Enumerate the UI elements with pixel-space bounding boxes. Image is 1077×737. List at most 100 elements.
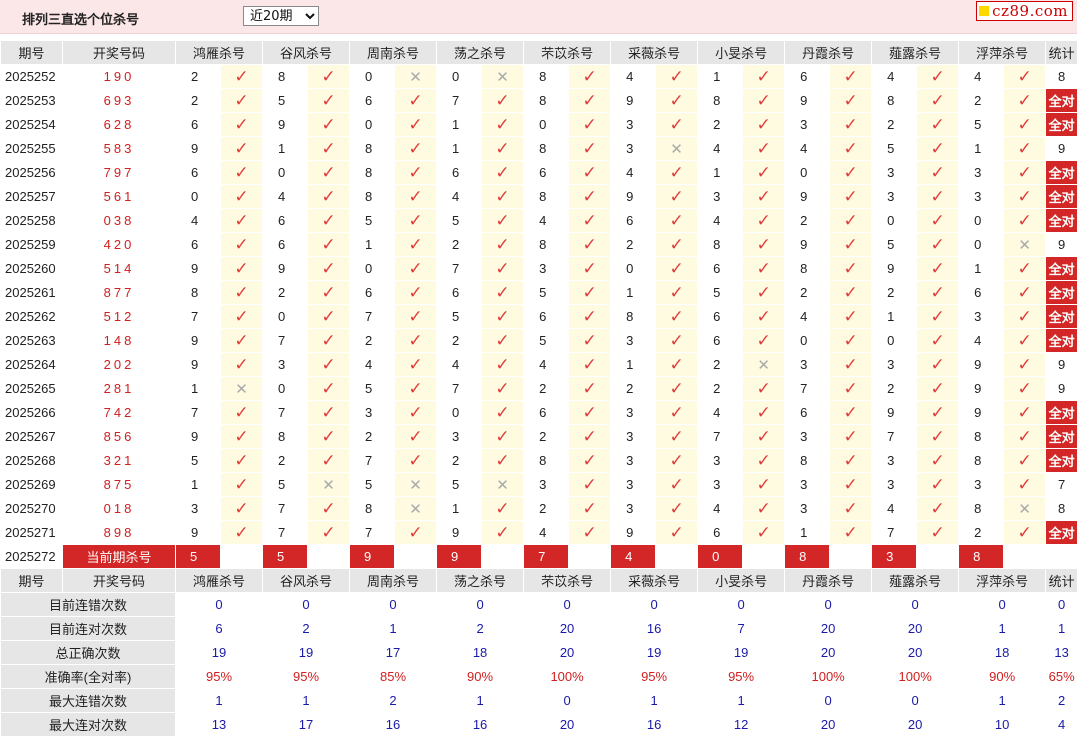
result-cell: ✓ [656, 305, 698, 329]
row-stat: 全对 [1046, 257, 1077, 281]
check-icon: ✓ [1018, 475, 1032, 495]
check-icon: ✓ [234, 427, 248, 447]
result-cell: ✓ [308, 521, 350, 545]
draw-number: 420 [63, 233, 176, 257]
check-icon: ✓ [1018, 211, 1032, 231]
kill-number: 0 [611, 257, 656, 281]
result-cell: ✓ [656, 161, 698, 185]
kill-number: 7 [437, 257, 482, 281]
check-icon: ✓ [582, 259, 596, 279]
check-icon: ✓ [843, 115, 857, 135]
kill-number: 4 [350, 353, 395, 377]
summary-value: 0 [350, 593, 437, 617]
kill-number: 6 [698, 257, 743, 281]
check-icon: ✓ [234, 307, 248, 327]
kill-number: 9 [785, 233, 830, 257]
kill-number: 5 [437, 305, 482, 329]
col-expert-header[interactable]: 浮萍杀号 [959, 569, 1046, 593]
row-stat: 全对 [1046, 185, 1077, 209]
col-expert-header[interactable]: 薤露杀号 [872, 41, 959, 65]
period-range-select[interactable]: 近20期 [243, 6, 319, 26]
check-icon: ✓ [843, 187, 857, 207]
check-icon: ✓ [321, 115, 335, 135]
check-icon: ✓ [408, 163, 422, 183]
period-number: 2025256 [1, 161, 63, 185]
kill-number: 6 [437, 161, 482, 185]
kill-number: 8 [872, 89, 917, 113]
col-expert-header[interactable]: 周南杀号 [350, 569, 437, 593]
result-cell: ✓ [656, 257, 698, 281]
check-icon: ✓ [931, 379, 945, 399]
col-expert-header[interactable]: 芣苡杀号 [524, 41, 611, 65]
result-cell: ✓ [308, 257, 350, 281]
check-icon: ✓ [756, 187, 770, 207]
col-expert-header[interactable]: 荡之杀号 [437, 41, 524, 65]
result-cell: ✓ [221, 89, 263, 113]
summary-value: 100% [524, 665, 611, 689]
check-icon: ✓ [582, 355, 596, 375]
result-cell: ✓ [1004, 113, 1046, 137]
kill-number: 1 [698, 161, 743, 185]
col-expert-header[interactable]: 浮萍杀号 [959, 41, 1046, 65]
result-cell: ✓ [917, 329, 959, 353]
check-icon: ✓ [669, 403, 683, 423]
kill-number: 2 [350, 425, 395, 449]
summary-value: 0 [524, 593, 611, 617]
col-expert-header[interactable]: 薤露杀号 [872, 569, 959, 593]
kill-number: 0 [263, 377, 308, 401]
draw-number: 628 [63, 113, 176, 137]
result-cell: ✓ [308, 233, 350, 257]
col-expert-header[interactable]: 谷风杀号 [263, 569, 350, 593]
kill-number: 7 [263, 329, 308, 353]
col-expert-header[interactable]: 丹霞杀号 [785, 569, 872, 593]
col-expert-header[interactable]: 小旻杀号 [698, 569, 785, 593]
result-cell: ✕ [482, 65, 524, 89]
check-icon: ✓ [756, 115, 770, 135]
summary-row: 准确率(全对率)95%95%85%90%100%95%95%100%100%90… [1, 665, 1077, 689]
summary-value: 85% [350, 665, 437, 689]
col-expert-header[interactable]: 采薇杀号 [611, 569, 698, 593]
result-cell: ✓ [395, 377, 437, 401]
kill-number: 9 [611, 521, 656, 545]
check-icon: ✓ [408, 451, 422, 471]
col-expert-header[interactable]: 小旻杀号 [698, 41, 785, 65]
summary-label: 最大连错次数 [1, 689, 176, 713]
check-icon: ✓ [931, 211, 945, 231]
col-expert-header[interactable]: 荡之杀号 [437, 569, 524, 593]
kill-number: 1 [437, 137, 482, 161]
result-cell: ✓ [830, 113, 872, 137]
col-expert-header[interactable]: 谷风杀号 [263, 41, 350, 65]
site-logo[interactable]: cz89.com [976, 1, 1073, 21]
col-expert-header[interactable]: 周南杀号 [350, 41, 437, 65]
col-expert-header[interactable]: 丹霞杀号 [785, 41, 872, 65]
col-expert-header[interactable]: 鸿雁杀号 [176, 41, 263, 65]
result-cell: ✓ [308, 449, 350, 473]
cross-icon: ✕ [235, 379, 248, 399]
summary-value: 0 [959, 593, 1046, 617]
col-expert-header[interactable]: 采薇杀号 [611, 41, 698, 65]
summary-label: 准确率(全对率) [1, 665, 176, 689]
summary-value: 20 [785, 641, 872, 665]
summary-row: 最大连错次数11210110012 [1, 689, 1077, 713]
kill-number: 5 [437, 209, 482, 233]
col-expert-header[interactable]: 鸿雁杀号 [176, 569, 263, 593]
kill-number: 0 [872, 209, 917, 233]
kill-number: 5 [350, 209, 395, 233]
kill-number: 7 [437, 377, 482, 401]
check-icon: ✓ [669, 91, 683, 111]
result-cell: ✓ [743, 521, 785, 545]
summary-value: 10 [959, 713, 1046, 737]
check-icon: ✓ [843, 211, 857, 231]
check-icon: ✓ [1018, 451, 1032, 471]
row-stat: 9 [1046, 353, 1077, 377]
result-cell: ✓ [743, 305, 785, 329]
period-number: 2025271 [1, 521, 63, 545]
draw-number: 190 [63, 65, 176, 89]
current-kill-number: 8 [959, 545, 1004, 569]
summary-value: 20 [785, 713, 872, 737]
kill-number: 5 [437, 473, 482, 497]
check-icon: ✓ [756, 235, 770, 255]
kill-number: 9 [872, 257, 917, 281]
check-icon: ✓ [495, 403, 509, 423]
col-expert-header[interactable]: 芣苡杀号 [524, 569, 611, 593]
